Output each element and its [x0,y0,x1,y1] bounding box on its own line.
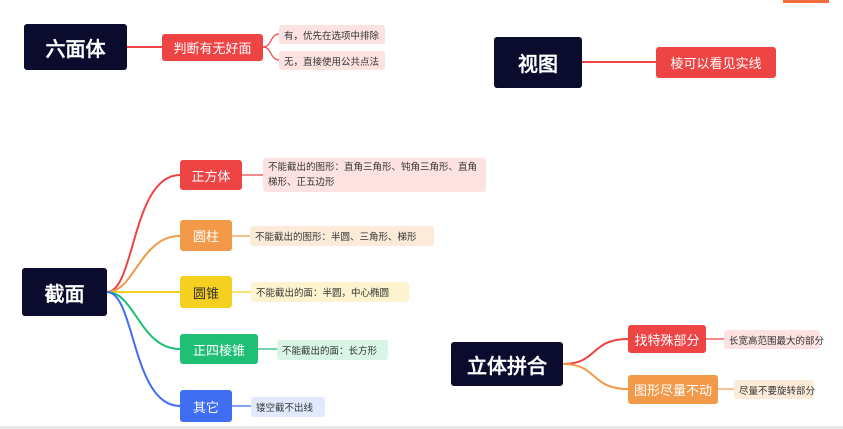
branch-node-assembly-special[interactable]: 找特殊部分 [628,325,706,353]
branch-node-section-cylinder[interactable]: 圆柱 [180,220,232,251]
leaf-node-section-cone[interactable]: 不能截出的面：半圆，中心椭圆 [251,282,409,302]
leaf-node-hexahedron-no[interactable]: 无，直接使用公共点法 [279,51,385,70]
leaf-node-assembly-special[interactable]: 长宽高范围最大的部分 [724,330,824,349]
branch-node-section-other[interactable]: 其它 [180,390,232,422]
corner-accent [783,0,829,3]
branch-node-section-pyramid[interactable]: 正四棱锥 [180,334,258,364]
connector-assembly-branch-2 [562,363,629,390]
root-node-hexahedron[interactable]: 六面体 [24,24,127,70]
branch-node-hexahedron-judge[interactable]: 判断有无好面 [162,34,263,61]
branch-node-view-edges[interactable]: 棱可以看见实线 [656,47,776,78]
leaf-node-section-cylinder[interactable]: 不能截出的图形：半圆、三角形、梯形 [250,226,434,246]
connector-hexahedron-leaf-1 [262,33,280,48]
branch-node-assembly-still[interactable]: 图形尽量不动 [628,375,718,404]
leaf-node-assembly-still[interactable]: 尽量不要旋转部分 [734,380,815,399]
connector-hexahedron-leaf-2 [262,46,280,61]
leaf-node-section-cube[interactable]: 不能截出的图形：直角三角形、钝角三角形、直角梯形、正五边形 [263,158,486,192]
leaf-node-section-pyramid[interactable]: 不能截出的面：长方形 [277,340,388,360]
connector-section-branch-5 [106,291,181,407]
connector-assembly-branch-1 [562,338,629,365]
connector-section-branch-1 [106,174,181,293]
root-node-view[interactable]: 视图 [494,37,582,88]
leaf-node-section-other[interactable]: 镂空截不出线 [251,397,325,417]
root-node-assembly[interactable]: 立体拼合 [451,342,563,386]
leaf-node-hexahedron-yes[interactable]: 有，优先在选项中排除 [279,25,385,44]
branch-node-section-cone[interactable]: 圆锥 [180,276,232,308]
branch-node-section-cube[interactable]: 正方体 [180,160,242,190]
root-node-section[interactable]: 截面 [22,268,107,316]
